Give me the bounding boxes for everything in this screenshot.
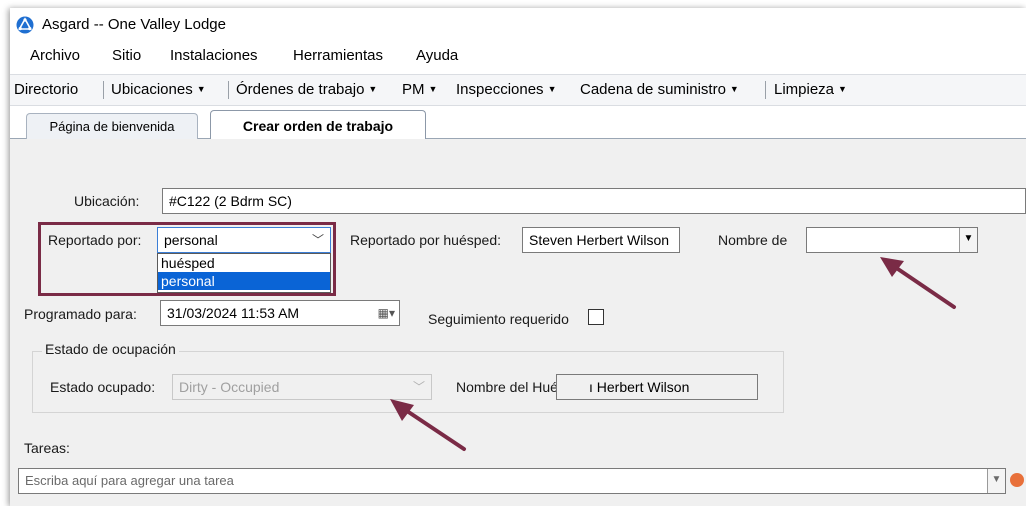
nav-ubicaciones[interactable]: Ubicaciones ▼	[111, 81, 206, 98]
scheduled-label: Programado para:	[24, 306, 137, 322]
caret-down-icon: ▼	[991, 474, 1002, 485]
task-dropdown-button[interactable]: ▼	[987, 469, 1005, 493]
reported-by-guest-label: Reportado por huésped:	[350, 232, 501, 248]
annotation-arrow-icon	[880, 257, 956, 309]
work-order-form: Ubicación: #C122 (2 Bdrm SC) Reportado p…	[10, 139, 1026, 506]
annotation-arrow-icon	[390, 399, 466, 451]
nav-pm[interactable]: PM ▼	[402, 81, 437, 98]
follow-up-label: Seguimiento requerido	[428, 311, 569, 327]
chevron-down-icon: ▼	[547, 84, 557, 94]
occupied-state-value: Dirty - Occupied	[179, 379, 280, 395]
tab-crear-orden-de-trabajo[interactable]: Crear orden de trabajo	[210, 110, 426, 142]
reported-by-dropdown-list: huésped personal	[157, 253, 331, 293]
nav-directorio[interactable]: Directorio	[14, 81, 78, 98]
chevron-down-icon: ﹀	[311, 233, 324, 247]
tab-pagina-de-bienvenida[interactable]: Página de bienvenida	[26, 113, 198, 140]
document-tabs: Página de bienvenida Crear orden de trab…	[10, 110, 1026, 142]
chevron-down-icon: ▼	[368, 84, 378, 94]
add-task-icon[interactable]	[1010, 473, 1024, 487]
application-window: Asgard -- One Valley Lodge Archivo Sitio…	[10, 8, 1026, 506]
reported-by-guest-field[interactable]: Steven Herbert Wilson	[522, 227, 680, 253]
app-logo-icon	[16, 16, 34, 34]
menu-archivo[interactable]: Archivo	[30, 47, 80, 64]
tasks-label: Tareas:	[24, 440, 70, 456]
title-bar: Asgard -- One Valley Lodge	[10, 8, 1026, 40]
reported-by-select[interactable]: personal ﹀	[157, 227, 331, 253]
nav-ordenes-de-trabajo[interactable]: Órdenes de trabajo ▼	[236, 81, 377, 98]
nav-separator	[765, 81, 766, 99]
name-of-select[interactable]: ▼	[806, 227, 978, 253]
nav-limpieza[interactable]: Limpieza ▼	[774, 81, 847, 98]
follow-up-checkbox[interactable]	[588, 309, 604, 325]
window-title: Asgard -- One Valley Lodge	[42, 16, 226, 33]
guest-name-field: ı Herbert Wilson	[556, 374, 758, 400]
menu-instalaciones[interactable]: Instalaciones	[170, 47, 258, 64]
scheduled-datetime-value: 31/03/2024 11:53 AM	[167, 305, 300, 321]
calendar-icon[interactable]: ▦▾	[378, 301, 395, 325]
reported-by-label: Reportado por:	[48, 232, 142, 248]
nav-cadena-de-suministro[interactable]: Cadena de suministro ▼	[580, 81, 739, 98]
navigation-toolbar: Directorio Ubicaciones ▼ Órdenes de traba…	[10, 74, 1026, 106]
task-input-placeholder: Escriba aquí para agregar una tarea	[25, 473, 234, 488]
location-label: Ubicación:	[74, 193, 140, 209]
occupied-state-label: Estado ocupado:	[50, 379, 156, 395]
menu-ayuda[interactable]: Ayuda	[416, 47, 458, 64]
chevron-down-icon: ▼	[428, 84, 438, 94]
reported-by-selected-value: personal	[164, 232, 218, 248]
scheduled-datetime-field[interactable]: 31/03/2024 11:53 AM ▦▾	[160, 300, 400, 326]
task-input[interactable]: Escriba aquí para agregar una tarea ▼	[18, 468, 1006, 494]
name-of-label: Nombre de	[718, 232, 788, 248]
nav-inspecciones[interactable]: Inspecciones ▼	[456, 81, 556, 98]
caret-down-icon: ▼	[963, 233, 974, 244]
dropdown-option-personal[interactable]: personal	[158, 272, 330, 290]
nav-separator	[228, 81, 229, 99]
menu-herramientas[interactable]: Herramientas	[293, 47, 383, 64]
chevron-down-icon: ▼	[729, 84, 739, 94]
menu-bar: Archivo Sitio Instalaciones Herramientas…	[10, 44, 1026, 68]
chevron-down-icon: ▼	[838, 84, 847, 94]
nav-separator	[103, 81, 104, 99]
chevron-down-icon: ﹀	[412, 380, 425, 394]
dropdown-option-huesped[interactable]: huésped	[158, 254, 330, 272]
location-field[interactable]: #C122 (2 Bdrm SC)	[162, 188, 1026, 214]
combo-dropdown-button[interactable]: ▼	[959, 228, 977, 252]
chevron-down-icon: ▼	[196, 84, 206, 94]
occupancy-group-label: Estado de ocupación	[42, 341, 179, 357]
menu-sitio[interactable]: Sitio	[112, 47, 141, 64]
